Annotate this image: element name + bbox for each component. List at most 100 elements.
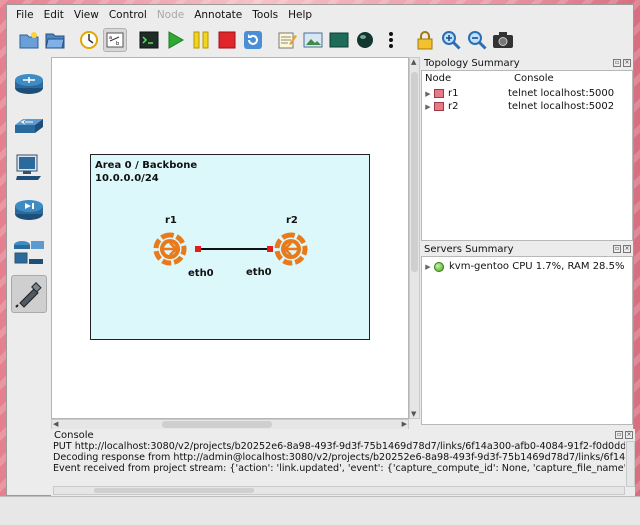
server-summary-text: kvm-gentoo CPU 1.7%, RAM 28.5% [449,261,625,272]
router-node-icon [434,102,444,111]
float-icon[interactable]: ▫ [613,59,621,67]
servers-summary-title: Servers Summary [424,244,514,255]
reload-all-icon [244,31,262,49]
float-icon[interactable]: ▫ [615,431,623,439]
draw-ellipse-button[interactable] [353,28,377,52]
svg-text:b: b [116,41,119,47]
console-vertical-scrollbar[interactable] [626,441,635,487]
server-status-icon [434,261,444,272]
security-devices-icon [15,200,43,220]
area-title[interactable]: Area 0 / Backbone [95,160,197,172]
canvas-vertical-scrollbar[interactable]: ▲ ▼ [409,57,420,419]
node-console: telnet localhost:5000 [508,88,615,99]
open-project-icon [45,33,65,49]
scroll-right-arrow-icon[interactable]: ▶ [402,420,407,428]
servers-summary-tree[interactable]: ▶ kvm-gentoo CPU 1.7%, RAM 28.5% [421,256,633,425]
zoom-in-button[interactable] [439,28,463,52]
console-horizontal-scrollbar[interactable] [53,486,625,495]
lock-items-icon [417,31,433,50]
device-palette [7,57,51,497]
stop-all-button[interactable] [215,28,239,52]
topology-summary-tree[interactable]: Node Console ▶ r1 telnet localhost:5000 … [421,70,633,241]
end-devices-button[interactable] [11,149,47,187]
start-all-icon [168,31,185,49]
servers-summary-controls: ▫ × [613,245,631,253]
suspend-all-button[interactable] [189,28,213,52]
table-row[interactable]: ▶ r2 telnet localhost:5002 [422,100,632,113]
end-devices-icon [16,154,41,180]
port-r1-eth0[interactable] [195,246,201,252]
console-output[interactable]: PUT http://localhost:3080/v2/projects/b2… [53,441,625,474]
area-subnet[interactable]: 10.0.0.0/24 [95,173,159,185]
node-r2-label[interactable]: r2 [286,215,298,226]
column-console-header[interactable]: Console [514,73,554,84]
screenshot-button[interactable] [491,28,515,52]
switches-button[interactable] [11,107,47,145]
close-icon[interactable]: × [623,59,631,67]
topology-summary-title: Topology Summary [424,58,520,69]
scroll-down-arrow-icon[interactable]: ▼ [411,410,416,418]
open-project-button[interactable] [43,28,67,52]
canvas-vertical-scroll-thumb[interactable] [411,72,418,272]
float-icon[interactable]: ▫ [613,245,621,253]
router-r1-icon[interactable] [153,232,187,266]
scroll-left-arrow-icon[interactable]: ◀ [53,420,58,428]
screenshot-icon [493,32,513,48]
add-link-button[interactable] [11,275,47,313]
menu-help[interactable]: Help [283,5,317,25]
expand-arrow-icon[interactable]: ▶ [422,263,434,271]
more-options-icon [389,32,393,48]
topology-canvas[interactable]: Area 0 / Backbone 10.0.0.0/24 r1 r2 eth0… [51,57,409,419]
area-rectangle[interactable]: Area 0 / Backbone 10.0.0.0/24 [90,154,370,340]
lock-items-button[interactable] [413,28,437,52]
menu-tools[interactable]: Tools [247,5,283,25]
list-item[interactable]: ▶ kvm-gentoo CPU 1.7%, RAM 28.5% [422,260,632,273]
node-console: telnet localhost:5002 [508,101,615,112]
node-r1-label[interactable]: r1 [165,215,177,226]
security-devices-button[interactable] [11,191,47,229]
close-icon[interactable]: × [623,245,631,253]
menu-file[interactable]: File [11,5,39,25]
interface-label-r1[interactable]: eth0 [188,268,214,279]
zoom-out-icon [468,31,487,50]
console-all-icon [139,31,159,49]
console-all-button[interactable] [137,28,161,52]
console-line: Decoding response from http://admin@loca… [53,452,625,463]
suspend-all-icon [193,31,209,49]
menu-edit[interactable]: Edit [39,5,69,25]
interface-label-r2[interactable]: eth0 [246,267,272,278]
reload-all-button[interactable] [241,28,265,52]
routers-icon [15,74,43,94]
more-options-button[interactable] [379,28,403,52]
menu-annotate[interactable]: Annotate [189,5,247,25]
topology-summary-controls: ▫ × [613,59,631,67]
scroll-up-arrow-icon[interactable]: ▲ [411,58,416,66]
close-icon[interactable]: × [625,431,633,439]
start-all-button[interactable] [163,28,187,52]
router-node-icon [434,89,444,98]
column-node-header[interactable]: Node [425,73,451,84]
menu-control[interactable]: Control [104,5,152,25]
table-row[interactable]: ▶ r1 telnet localhost:5000 [422,87,632,100]
draw-rectangle-button[interactable] [327,28,351,52]
console-controls: ▫ × [615,431,633,439]
routers-button[interactable] [11,65,47,103]
main-toolbar: ab [7,25,633,55]
expand-arrow-icon[interactable]: ▶ [422,103,434,111]
add-note-button[interactable] [275,28,299,52]
router-r2-icon[interactable] [274,232,308,266]
canvas-horizontal-scroll-thumb[interactable] [162,421,272,428]
insert-picture-button[interactable] [301,28,325,52]
snapshot-button[interactable] [77,28,101,52]
zoom-out-button[interactable] [465,28,489,52]
topology-summary-dock: Topology Summary ▫ × Node Console ▶ r1 t… [421,57,633,241]
show-interface-labels-button[interactable]: ab [103,28,127,52]
new-project-button[interactable] [17,28,41,52]
menu-view[interactable]: View [69,5,104,25]
console-horizontal-scroll-thumb[interactable] [94,488,254,493]
port-r2-eth0[interactable] [267,246,273,252]
link-r1-r2[interactable] [197,248,273,250]
all-devices-button[interactable] [11,233,47,271]
menu-node: Node [156,9,185,21]
expand-arrow-icon[interactable]: ▶ [422,90,434,98]
